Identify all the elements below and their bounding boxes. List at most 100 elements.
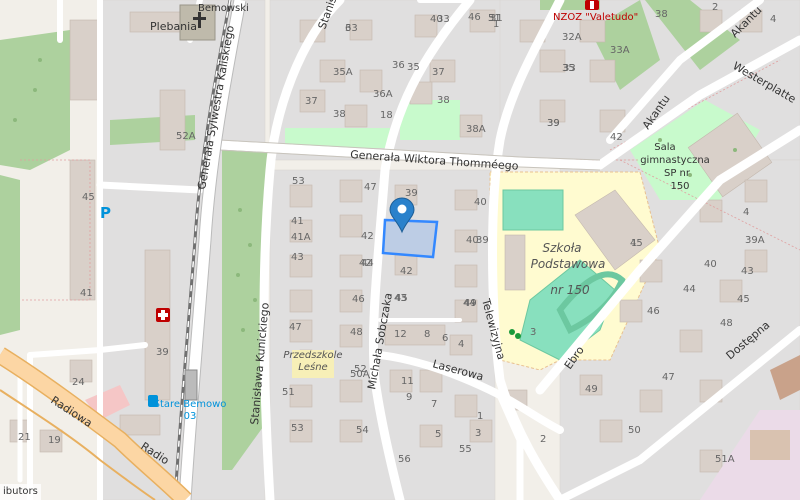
house-number: 3 <box>530 327 536 338</box>
house-number: 48 <box>720 318 733 329</box>
house-number: 32A <box>562 32 582 43</box>
house-number: 53 <box>292 176 305 187</box>
house-number: 38A <box>466 124 486 135</box>
house-number: 40 <box>466 235 479 246</box>
house-number: 56 <box>398 454 411 465</box>
house-number: 36 <box>392 60 405 71</box>
house-number: 55 <box>459 444 472 455</box>
house-number: 42 <box>361 231 374 242</box>
house-number: 47 <box>289 322 302 333</box>
house-number: 8 <box>424 329 430 340</box>
house-number: 50 <box>628 425 641 436</box>
house-number: 35 <box>562 63 575 74</box>
label-stare-bemowo: Stare Bemowo <box>154 399 227 410</box>
selected-area[interactable] <box>381 218 439 259</box>
house-number: 46 <box>352 294 365 305</box>
map-canvas[interactable]: P Generała Wiktora Thomméego Generała Sy… <box>0 0 800 500</box>
label-sala-2: gimnastyczna <box>640 155 710 166</box>
house-number: 42 <box>610 132 623 143</box>
house-number: 37 <box>305 96 318 107</box>
house-number: 45 <box>630 238 643 249</box>
house-number: 12 <box>394 329 407 340</box>
house-number: 45 <box>82 192 95 203</box>
house-number: 35 <box>407 62 420 73</box>
house-number: 4 <box>770 14 776 25</box>
house-number: 39A <box>745 235 765 246</box>
house-number: 45 <box>737 294 750 305</box>
house-number: 5 <box>435 429 441 440</box>
label-bemowski: Bemowski <box>198 3 249 14</box>
house-number: 24 <box>72 377 85 388</box>
house-number: 42 <box>400 266 413 277</box>
house-number: 4 <box>743 207 749 218</box>
house-number: 4 <box>458 339 464 350</box>
house-number: 1 <box>477 411 483 422</box>
label-sala-1: Sala <box>654 142 675 153</box>
house-number: 40 <box>704 259 717 270</box>
house-number: 39 <box>405 188 418 199</box>
house-number: 41 <box>80 288 93 299</box>
house-number: 44 <box>683 284 696 295</box>
house-number: 6 <box>442 333 448 344</box>
house-number: 37 <box>432 67 445 78</box>
map-view[interactable]: P Generała Wiktora Thomméego Generała Sy… <box>0 0 800 500</box>
house-number: 19 <box>48 435 61 446</box>
house-number: 43 <box>394 293 407 304</box>
house-number: 2 <box>712 2 718 13</box>
house-number: 43 <box>291 252 304 263</box>
label-sala-3: SP nr <box>664 168 691 179</box>
house-number: 51 <box>282 387 295 398</box>
house-number: 5 <box>488 13 494 24</box>
house-number: 35A <box>333 67 353 78</box>
house-number: 38 <box>655 9 668 20</box>
house-number: 21 <box>18 432 31 443</box>
label-nzoz: NZOZ "Valetudo" <box>553 12 638 23</box>
rail-platform <box>184 369 198 401</box>
sports-pitch-north <box>502 189 564 231</box>
label-szkola-3: nr 150 <box>550 283 590 297</box>
house-number: 7 <box>431 399 437 410</box>
house-number: 42 <box>359 258 372 269</box>
pharmacy-icon <box>585 0 599 10</box>
pharmacy-icon <box>156 308 170 322</box>
house-number: 36A <box>373 89 393 100</box>
house-number: 33A <box>610 45 630 56</box>
house-number: 38 <box>333 109 346 120</box>
house-number: 50A <box>350 369 370 380</box>
house-number: 9 <box>406 392 412 403</box>
label-station-num: 03 <box>184 411 197 422</box>
house-number: 47 <box>364 182 377 193</box>
house-number: 43 <box>741 266 754 277</box>
label-przedszkole-1: Przedszkole <box>283 350 342 361</box>
house-number: 48 <box>350 327 363 338</box>
house-number: 11 <box>401 376 414 387</box>
house-number: 3 <box>475 428 481 439</box>
house-number: 47 <box>662 372 675 383</box>
house-number: 40 <box>430 14 443 25</box>
house-number: 54 <box>356 425 369 436</box>
house-number: 6 <box>345 23 351 34</box>
house-number: 18 <box>380 110 393 121</box>
house-number: 39 <box>156 347 169 358</box>
label-szkola-2: Podstawowa <box>531 257 606 271</box>
label-sala-4: 150 <box>670 181 689 192</box>
house-number: 46 <box>468 12 481 23</box>
label-przedszkole-2: Leśne <box>298 361 327 373</box>
house-number: 44 <box>463 298 476 309</box>
label-szkola-1: Szkoła <box>542 241 581 255</box>
label-plebania: Plebania <box>150 20 197 33</box>
house-number: 52A <box>176 131 196 142</box>
house-number: 53 <box>291 423 304 434</box>
house-number: 51A <box>715 454 735 465</box>
house-number: 46 <box>647 306 660 317</box>
parking-icon: P <box>100 204 111 222</box>
industrial-buildings <box>750 430 790 460</box>
house-number: 41A <box>291 232 311 243</box>
house-number: 2 <box>540 434 546 445</box>
house-number: 39 <box>547 118 560 129</box>
house-number: 40 <box>474 197 487 208</box>
map-attribution[interactable]: ibutors <box>0 484 41 500</box>
house-number: 41 <box>291 216 304 227</box>
house-number: 49 <box>585 384 598 395</box>
house-number: 38 <box>437 95 450 106</box>
